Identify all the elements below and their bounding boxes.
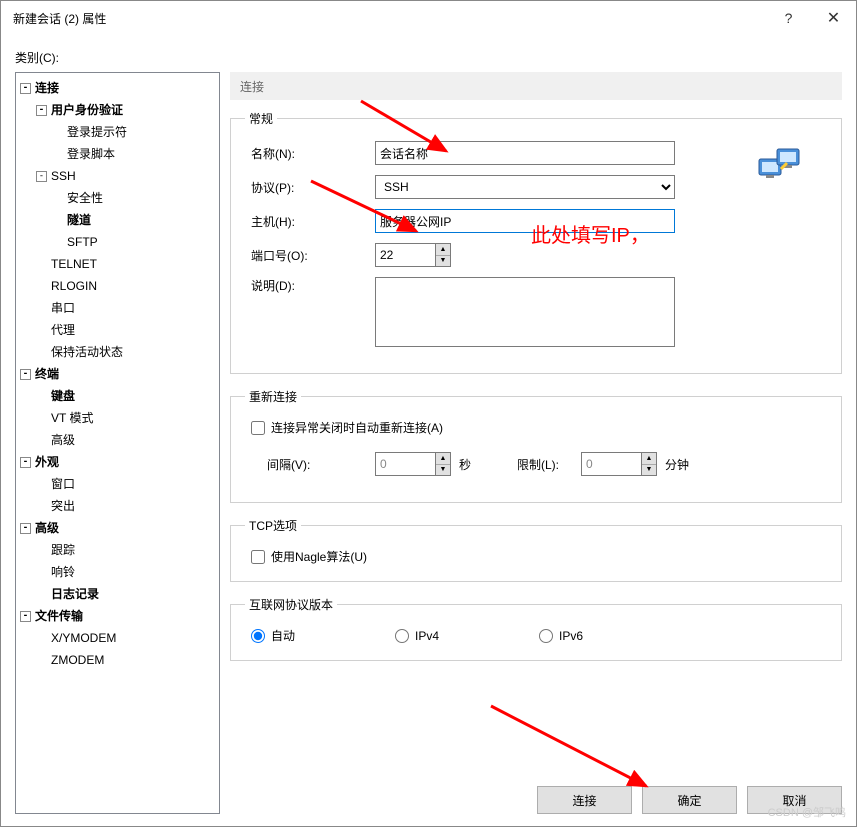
tree-highlight[interactable]: 突出 — [51, 495, 75, 517]
tree-toggle-icon[interactable]: - — [20, 83, 31, 94]
name-label: 名称(N): — [245, 145, 375, 162]
limit-spinner: ▲▼ — [581, 452, 657, 476]
tree-appearance[interactable]: 外观 — [35, 451, 59, 473]
tree-trace[interactable]: 跟踪 — [51, 539, 75, 561]
ip-auto-radio[interactable] — [251, 629, 265, 643]
tcp-group: TCP选项 使用Nagle算法(U) — [230, 517, 842, 582]
desc-label: 说明(D): — [245, 277, 375, 294]
ip-auto-option[interactable]: 自动 — [251, 627, 295, 644]
nagle-label: 使用Nagle算法(U) — [271, 548, 367, 565]
protocol-select[interactable]: SSH — [375, 175, 675, 199]
tree-advanced2[interactable]: 高级 — [35, 517, 59, 539]
tree-tunnel[interactable]: 隧道 — [67, 209, 91, 231]
tree-toggle-icon[interactable]: - — [20, 523, 31, 534]
host-input[interactable] — [375, 209, 675, 233]
window-title: 新建会话 (2) 属性 — [13, 10, 766, 27]
spin-down-icon: ▼ — [436, 465, 450, 476]
tree-login-script[interactable]: 登录脚本 — [67, 143, 115, 165]
interval-spinner: ▲▼ — [375, 452, 451, 476]
tree-toggle-icon[interactable]: - — [20, 369, 31, 380]
tree-terminal[interactable]: 终端 — [35, 363, 59, 385]
tree-toggle-icon[interactable]: - — [36, 171, 47, 182]
computers-icon — [757, 145, 807, 190]
port-label: 端口号(O): — [245, 247, 375, 264]
limit-label: 限制(L): — [511, 456, 581, 473]
tree-zmodem[interactable]: ZMODEM — [51, 649, 104, 671]
tree-xymodem[interactable]: X/YMODEM — [51, 627, 116, 649]
interval-input — [375, 452, 435, 476]
port-spinner[interactable]: ▲▼ — [375, 243, 451, 267]
interval-label: 间隔(V): — [245, 456, 375, 473]
tree-proxy[interactable]: 代理 — [51, 319, 75, 341]
ip-v6-radio[interactable] — [539, 629, 553, 643]
general-legend: 常规 — [245, 110, 277, 127]
tcp-legend: TCP选项 — [245, 517, 301, 534]
reconnect-legend: 重新连接 — [245, 388, 301, 405]
help-button[interactable]: ? — [766, 1, 811, 35]
tree-auth[interactable]: 用户身份验证 — [51, 99, 123, 121]
spin-down-icon[interactable]: ▼ — [436, 256, 450, 267]
ip-v4-radio[interactable] — [395, 629, 409, 643]
panel-banner: 连接 — [230, 72, 842, 100]
tree-rlogin[interactable]: RLOGIN — [51, 275, 97, 297]
desc-textarea[interactable] — [375, 277, 675, 347]
limit-input — [581, 452, 641, 476]
nagle-checkbox[interactable] — [251, 550, 265, 564]
limit-unit: 分钟 — [665, 456, 689, 473]
tree-serial[interactable]: 串口 — [51, 297, 75, 319]
tree-telnet[interactable]: TELNET — [51, 253, 97, 275]
tree-toggle-icon[interactable]: - — [20, 611, 31, 622]
interval-unit: 秒 — [459, 456, 471, 473]
spin-up-icon: ▲ — [436, 453, 450, 465]
tree-toggle-icon[interactable]: - — [36, 105, 47, 116]
host-label: 主机(H): — [245, 213, 375, 230]
category-label: 类别(C): — [15, 49, 842, 66]
tree-toggle-icon[interactable]: - — [20, 457, 31, 468]
tree-ssh[interactable]: SSH — [51, 165, 76, 187]
tree-vtmode[interactable]: VT 模式 — [51, 407, 93, 429]
category-tree[interactable]: -连接 -用户身份验证 登录提示符 登录脚本 -SSH 安全性 — [15, 72, 220, 814]
spin-down-icon: ▼ — [642, 465, 656, 476]
tree-security[interactable]: 安全性 — [67, 187, 103, 209]
dialog-window: 新建会话 (2) 属性 ? ✕ 类别(C): -连接 -用户身份验证 登录提示符 — [0, 0, 857, 827]
ip-v4-option[interactable]: IPv4 — [395, 629, 439, 643]
general-group: 常规 名称(N): 协议(P): SSH — [230, 110, 842, 374]
close-button[interactable]: ✕ — [811, 1, 856, 35]
tree-logging[interactable]: 日志记录 — [51, 583, 99, 605]
protocol-label: 协议(P): — [245, 179, 375, 196]
ip-v6-option[interactable]: IPv6 — [539, 629, 583, 643]
tree-advanced1[interactable]: 高级 — [51, 429, 75, 451]
tree-connection[interactable]: 连接 — [35, 77, 59, 99]
tree-keepalive[interactable]: 保持活动状态 — [51, 341, 123, 363]
watermark: CSDN @邹飞鸣 — [768, 804, 846, 820]
tree-bell[interactable]: 响铃 — [51, 561, 75, 583]
ok-button[interactable]: 确定 — [642, 786, 737, 814]
spin-up-icon[interactable]: ▲ — [436, 244, 450, 256]
tree-window[interactable]: 窗口 — [51, 473, 75, 495]
tree-sftp[interactable]: SFTP — [67, 231, 98, 253]
auto-reconnect-checkbox[interactable] — [251, 421, 265, 435]
reconnect-group: 重新连接 连接异常关闭时自动重新连接(A) 间隔(V): ▲▼ 秒 限制(L): — [230, 388, 842, 503]
titlebar: 新建会话 (2) 属性 ? ✕ — [1, 1, 856, 35]
connect-button[interactable]: 连接 — [537, 786, 632, 814]
ip-legend: 互联网协议版本 — [245, 596, 337, 613]
port-input[interactable] — [375, 243, 435, 267]
ip-group: 互联网协议版本 自动 IPv4 IPv6 — [230, 596, 842, 661]
tree-login-prompt[interactable]: 登录提示符 — [67, 121, 127, 143]
name-input[interactable] — [375, 141, 675, 165]
tree-keyboard[interactable]: 键盘 — [51, 385, 75, 407]
auto-reconnect-label: 连接异常关闭时自动重新连接(A) — [271, 419, 443, 436]
spin-up-icon: ▲ — [642, 453, 656, 465]
tree-filetransfer[interactable]: 文件传输 — [35, 605, 83, 627]
